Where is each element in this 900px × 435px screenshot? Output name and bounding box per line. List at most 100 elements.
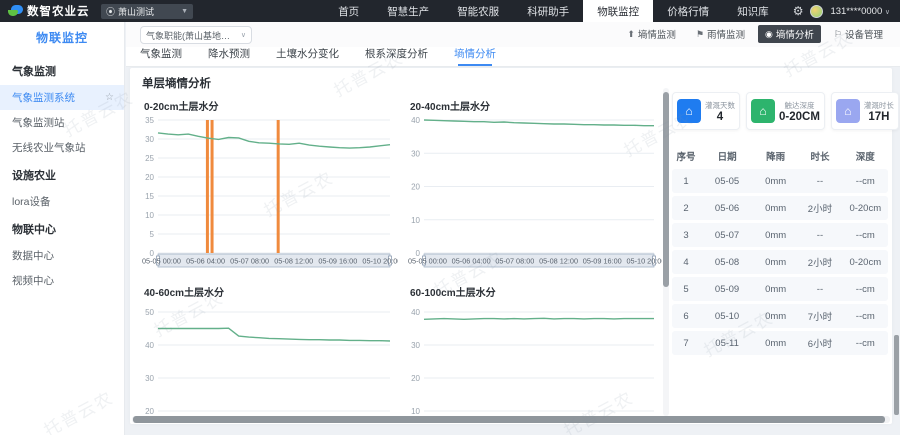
star-icon[interactable]: ☆ [105,92,114,103]
nav-item[interactable]: 知识库 [723,0,783,22]
page-vertical-scrollbar[interactable] [894,22,899,435]
nav-item[interactable]: 物联监控 [583,0,653,22]
action-label: 设备管理 [845,27,883,41]
table-header: 序号日期降雨时长深度 [672,146,888,169]
tab-item[interactable]: 气象监测 [140,46,182,66]
action-label: 雨情监测 [707,27,745,41]
app-logo: 数智农业云 [0,3,95,19]
table-cell: -- [797,176,842,187]
action-button[interactable]: ◉墒情分析 [758,25,821,43]
table-row: 605-100mm7小时--cm [672,304,888,328]
svg-text:40: 40 [411,308,420,317]
table-cell: 0mm [754,257,797,268]
table-row: 105-050mm----cm [672,169,888,193]
location-label: 萧山测试 [118,5,154,18]
gear-icon[interactable]: ⚙ [793,4,804,18]
table-cell: 6 [672,311,700,322]
table-cell: 2小时 [797,255,842,269]
irrigation-table: 序号日期降雨时长深度 105-050mm----cm 205-060mm2小时0-… [672,146,888,355]
sidebar-item[interactable]: lora设备 [0,189,124,214]
svg-text:50: 50 [145,308,154,317]
table-row: 305-070mm----cm [672,223,888,247]
table-row: 205-060mm2小时0-20cm [672,196,888,220]
scrollbar-thumb[interactable] [663,92,669,287]
nav-item[interactable]: 科研助手 [513,0,583,22]
tab-item[interactable]: 墒情分析 [454,46,496,66]
table-cell: 0mm [754,338,797,349]
tab-item[interactable]: 土壤水分变化 [276,46,339,66]
table-row: 505-090mm----cm [672,277,888,301]
sidebar-item[interactable]: 无线农业气象站 [0,135,124,160]
topbar-right: ⚙ 131****0000 ∨ [783,4,900,18]
svg-text:05-05 00:00: 05-05 00:00 [408,257,447,266]
app-root: 数智农业云 ⦿ 萧山测试 ▼ 首页智慧生产智能农服科研助手物联监控价格行情知识库… [0,0,900,435]
nav-item[interactable]: 智慧生产 [373,0,443,22]
user-menu[interactable]: 131****0000 ∨ [830,6,890,17]
sidebar-section-header: 设施农业 [0,160,124,189]
tab-item[interactable]: 降水预测 [208,46,250,66]
nav-item[interactable]: 价格行情 [653,0,723,22]
table-cell: 1 [672,176,700,187]
upload-icon: ⬆ [627,29,635,40]
svg-text:20: 20 [145,173,154,182]
sidebar-sections: 气象监测气象监测系统☆气象监测站无线农业气象站设施农业lora设备物联中心数据中… [0,56,124,293]
action-button[interactable]: ⬆墒情监测 [620,25,683,43]
location-select[interactable]: ⦿ 萧山测试 ▼ [101,4,193,19]
table-cell: 7小时 [797,309,842,323]
svg-text:10: 10 [145,211,154,220]
table-cell: --cm [843,284,888,295]
tabs-bar: 气象监测 降水预测 土壤水分变化 根系深度分析 墒情分析 [126,47,900,67]
table-cell: --cm [843,176,888,187]
top-nav: 首页智慧生产智能农服科研助手物联监控价格行情知识库 [324,0,783,22]
cloud-leaf-logo-icon [8,5,23,17]
charts-horizontal-scrollbar[interactable] [132,416,890,423]
svg-text:05-06 04:00: 05-06 04:00 [452,257,491,266]
charts-vertical-scrollbar[interactable] [663,88,669,416]
stat-text: 灌溉时长17H [864,100,894,123]
sidebar-item[interactable]: 数据中心 [0,243,124,268]
table-cell: -- [797,230,842,241]
analysis-icon: ◉ [765,29,773,40]
chevron-down-icon: ∨ [885,9,890,16]
avatar[interactable] [810,5,823,18]
action-button[interactable]: ⚐设备管理 [827,25,890,43]
table-cell: 05-08 [700,257,754,268]
table-cell: 0mm [754,284,797,295]
scrollbar-thumb[interactable] [133,416,885,423]
svg-text:10: 10 [411,407,420,414]
chart-title: 40-60cm土层水分 [136,280,398,298]
chart-60-100cm: 60-100cm土层水分10203040 [402,280,662,414]
table-cell: 05-06 [700,203,754,214]
sidebar: 物联监控 气象监测气象监测系统☆气象监测站无线农业气象站设施农业lora设备物联… [0,22,125,435]
tab-item[interactable]: 根系深度分析 [365,46,428,66]
svg-text:5: 5 [150,230,155,239]
chart-40-60cm: 40-60cm土层水分 20 30 40 50 [136,280,398,414]
svg-text:05-07 08:00: 05-07 08:00 [495,257,534,266]
sidebar-section-header: 物联中心 [0,214,124,243]
nav-item[interactable]: 首页 [324,0,373,22]
device-select[interactable]: 气象职能(萧山基地研发用勿动) ∨ [140,26,252,44]
svg-text:20: 20 [145,407,154,414]
svg-text:30: 30 [145,374,154,383]
sidebar-item[interactable]: 气象监测系统☆ [0,85,124,110]
table-cell: 0mm [754,176,797,187]
svg-text:35: 35 [145,116,154,125]
stats-row: ⌂灌溉天数4⌂触达深度0-20CM⌂灌溉时长17H [672,92,888,130]
table-cell: 2 [672,203,700,214]
stat-icon: ⌂ [836,99,860,123]
scrollbar-thumb[interactable] [894,335,899,415]
svg-text:30: 30 [145,135,154,144]
stat-value: 17H [864,111,894,123]
action-button[interactable]: ⚑雨情监测 [689,25,752,43]
nav-item[interactable]: 智能农服 [443,0,513,22]
sidebar-item[interactable]: 气象监测站 [0,110,124,135]
toolbar-actions: ⬆墒情监测 ⚑雨情监测 ◉墒情分析 ⚐设备管理 [620,25,890,43]
stat-value: 0-20CM [779,111,820,123]
svg-text:40: 40 [145,341,154,350]
table-cell: 0mm [754,230,797,241]
table-cell: 3 [672,230,700,241]
sidebar-item[interactable]: 视频中心 [0,268,124,293]
right-panel: ⌂灌溉天数4⌂触达深度0-20CM⌂灌溉时长17H 序号日期降雨时长深度 105… [672,92,888,358]
table-body: 105-050mm----cm 205-060mm2小时0-20cm 305-070… [672,169,888,355]
stat-card: ⌂灌溉天数4 [672,92,740,130]
